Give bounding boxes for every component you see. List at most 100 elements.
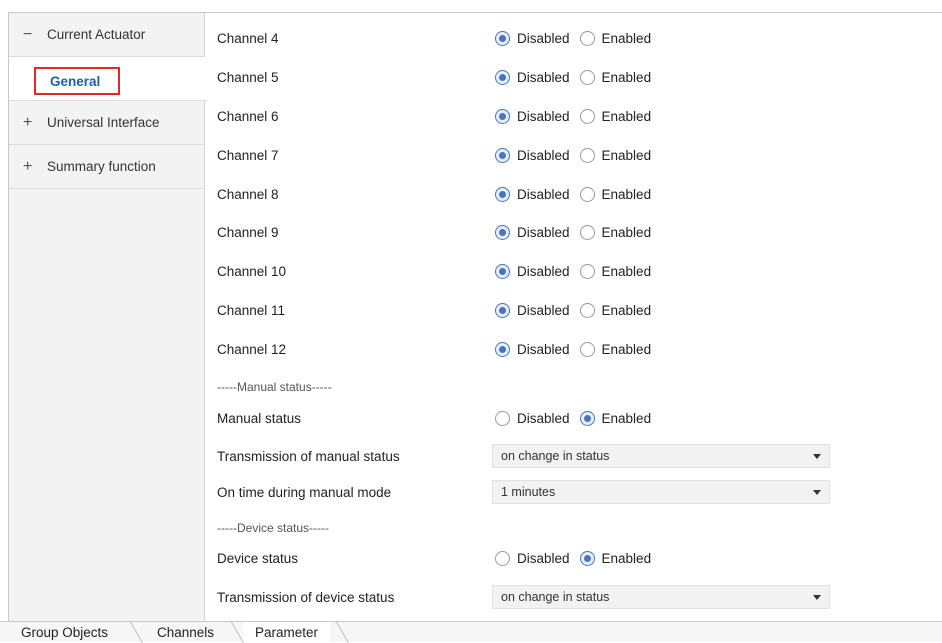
channel-10-radio-group: Disabled Enabled (495, 263, 661, 279)
channel-11-radio-group: Disabled Enabled (495, 302, 661, 318)
channel-7-radio-enabled[interactable]: Enabled (579, 147, 652, 163)
tree-node-label: Universal Interface (47, 115, 160, 130)
tree-node-current-actuator[interactable]: − Current Actuator (9, 13, 204, 57)
manual-status-separator: -----Manual status----- (217, 380, 332, 394)
channel-4-radio-enabled[interactable]: Enabled (579, 30, 652, 46)
channel-11-radio-disabled[interactable]: Disabled (495, 302, 570, 318)
manual-transmission-label: Transmission of manual status (217, 448, 400, 464)
tab-divider (129, 622, 144, 643)
device-status-radio-enabled[interactable]: Enabled (579, 550, 652, 566)
select-value: 1 minutes (501, 485, 556, 499)
channel-10-radio-disabled[interactable]: Disabled (495, 263, 570, 279)
channel-6-radio-enabled[interactable]: Enabled (579, 108, 652, 124)
radio-unchecked-icon (579, 263, 595, 279)
channel-label: Channel 11 (217, 302, 286, 318)
radio-label: Enabled (601, 302, 652, 318)
manual-ontime-label: On time during manual mode (217, 484, 392, 500)
radio-label: Disabled (517, 30, 570, 46)
channel-label: Channel 10 (217, 263, 287, 279)
channel-6-radio-disabled[interactable]: Disabled (495, 108, 570, 124)
manual-transmission-row: Transmission of manual status on change i… (205, 444, 942, 468)
tab-divider (335, 622, 350, 643)
radio-label: Enabled (601, 147, 652, 163)
manual-ontime-row: On time during manual mode 1 minutes (205, 480, 942, 504)
channel-row: Channel 4 Disabled Enabled (205, 26, 942, 50)
radio-label: Enabled (601, 30, 652, 46)
channel-12-radio-enabled[interactable]: Enabled (579, 341, 652, 357)
channel-9-radio-disabled[interactable]: Disabled (495, 224, 570, 240)
dropdown-arrow-icon (813, 595, 821, 600)
tree-node-label: Summary function (47, 159, 156, 174)
parameter-panel: Channel 4 Disabled Enabled Channel 5 Disable… (205, 13, 942, 621)
device-status-row: Device status Disabled Enabled (205, 546, 942, 570)
channel-row: Channel 11 Disabled Enabled (205, 298, 942, 322)
radio-checked-icon (495, 186, 510, 202)
manual-ontime-select[interactable]: 1 minutes (492, 480, 830, 504)
radio-label: Enabled (601, 410, 652, 426)
device-transmission-select[interactable]: on change in status (492, 585, 830, 609)
radio-unchecked-icon (579, 147, 595, 163)
channel-5-radio-disabled[interactable]: Disabled (495, 69, 570, 85)
manual-transmission-select[interactable]: on change in status (492, 444, 830, 468)
manual-status-radio-group: Disabled Enabled (495, 410, 661, 426)
channel-label: Channel 8 (217, 186, 279, 202)
radio-label: Enabled (601, 550, 652, 566)
channel-11-radio-enabled[interactable]: Enabled (579, 302, 652, 318)
radio-checked-icon (495, 224, 510, 240)
radio-label: Disabled (517, 186, 570, 202)
expand-icon: + (23, 113, 33, 131)
radio-checked-icon (495, 302, 510, 318)
radio-label: Disabled (517, 263, 570, 279)
dropdown-arrow-icon (813, 490, 821, 495)
channel-8-radio-group: Disabled Enabled (495, 186, 661, 202)
channel-12-radio-disabled[interactable]: Disabled (495, 341, 570, 357)
collapse-icon: − (23, 25, 33, 43)
device-status-radio-disabled[interactable]: Disabled (495, 550, 570, 566)
radio-label: Disabled (517, 550, 570, 566)
radio-checked-icon (495, 263, 510, 279)
tree-node-summary-function[interactable]: + Summary function (9, 145, 204, 189)
channel-8-radio-enabled[interactable]: Enabled (579, 186, 652, 202)
radio-unchecked-icon (579, 30, 595, 46)
channel-label: Channel 12 (217, 341, 287, 357)
radio-checked-icon (495, 69, 510, 85)
manual-status-radio-disabled[interactable]: Disabled (495, 410, 570, 426)
manual-status-radio-enabled[interactable]: Enabled (579, 410, 652, 426)
radio-unchecked-icon (495, 550, 510, 566)
channel-4-radio-disabled[interactable]: Disabled (495, 30, 570, 46)
channel-9-radio-enabled[interactable]: Enabled (579, 224, 652, 240)
tab-parameter[interactable]: Parameter (243, 622, 331, 642)
radio-unchecked-icon (579, 302, 595, 318)
channel-7-radio-disabled[interactable]: Disabled (495, 147, 570, 163)
radio-checked-icon (495, 147, 510, 163)
channel-row: Channel 6 Disabled Enabled (205, 104, 942, 128)
radio-label: Enabled (601, 224, 652, 240)
channel-8-radio-disabled[interactable]: Disabled (495, 186, 570, 202)
radio-unchecked-icon (579, 341, 595, 357)
bottom-tab-bar: Group Objects Channels Parameter (0, 621, 942, 643)
channel-label: Channel 9 (217, 224, 279, 240)
tab-channels[interactable]: Channels (157, 622, 214, 642)
radio-checked-icon (495, 30, 510, 46)
radio-label: Disabled (517, 108, 570, 124)
device-transmission-label: Transmission of device status (217, 589, 395, 605)
expand-icon: + (23, 157, 33, 175)
radio-checked-icon (495, 341, 510, 357)
radio-label: Enabled (601, 263, 652, 279)
radio-label: Enabled (601, 186, 652, 202)
tree-node-label: Current Actuator (47, 27, 146, 42)
radio-label: Disabled (517, 302, 570, 318)
tree-item-general[interactable]: General (34, 67, 120, 95)
channel-12-radio-group: Disabled Enabled (495, 341, 661, 357)
channel-10-radio-enabled[interactable]: Enabled (579, 263, 652, 279)
channel-row: Channel 7 Disabled Enabled (205, 143, 942, 167)
radio-label: Enabled (601, 341, 652, 357)
channel-9-radio-group: Disabled Enabled (495, 224, 661, 240)
radio-label: Enabled (601, 108, 652, 124)
manual-status-row: Manual status Disabled Enabled (205, 406, 942, 430)
channel-label: Channel 5 (217, 69, 279, 85)
tree-node-universal-interface[interactable]: + Universal Interface (9, 101, 204, 145)
tab-group-objects[interactable]: Group Objects (21, 622, 108, 642)
channel-5-radio-enabled[interactable]: Enabled (579, 69, 651, 85)
channel-label: Channel 4 (217, 30, 279, 46)
